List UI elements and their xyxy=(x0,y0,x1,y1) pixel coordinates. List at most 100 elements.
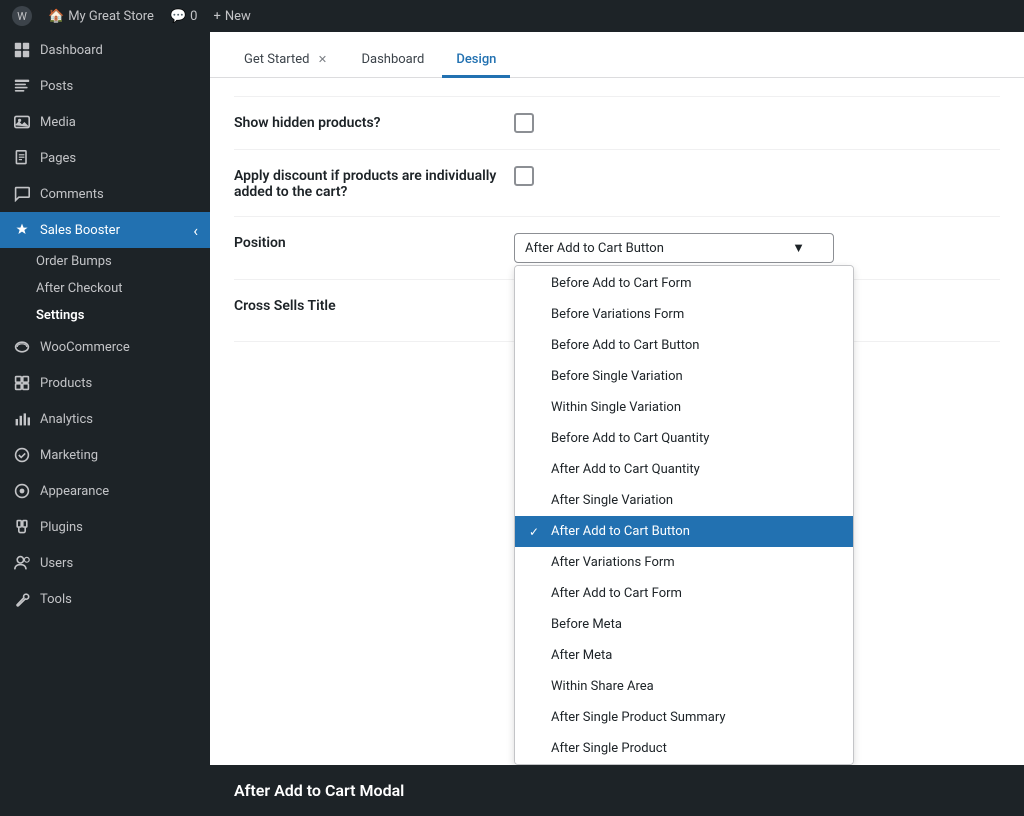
users-icon xyxy=(12,553,32,573)
plugins-icon xyxy=(12,517,32,537)
dropdown-item[interactable]: Before Single Variation xyxy=(515,361,853,392)
sidebar-item-pages[interactable]: Pages xyxy=(0,140,210,176)
sidebar-label-plugins: Plugins xyxy=(40,520,83,535)
position-dropdown[interactable]: Position Manually with ShortcodeBefore S… xyxy=(514,265,854,765)
sidebar-label-users: Users xyxy=(40,556,73,571)
sidebar-label-posts: Posts xyxy=(40,79,73,94)
dropdown-item[interactable]: After Variations Form xyxy=(515,547,853,578)
dashboard-icon xyxy=(12,40,32,60)
marketing-icon xyxy=(12,445,32,465)
comments-count[interactable]: 💬 0 xyxy=(170,9,198,24)
dropdown-item[interactable]: After Meta xyxy=(515,640,853,671)
dropdown-item-label: Before Meta xyxy=(551,617,622,632)
dropdown-item[interactable]: Within Share Area xyxy=(515,671,853,702)
sidebar-item-woocommerce[interactable]: WooCommerce xyxy=(0,329,210,365)
dropdown-item-label: Within Share Area xyxy=(551,679,654,694)
sidebar-label-tools: Tools xyxy=(40,592,72,607)
tab-design[interactable]: Design xyxy=(442,44,510,78)
sidebar-item-settings[interactable]: Settings xyxy=(0,302,210,329)
sidebar-item-order-bumps[interactable]: Order Bumps xyxy=(0,248,210,275)
checkbox-apply-discount[interactable] xyxy=(514,166,534,186)
dropdown-item-label: Before Add to Cart Quantity xyxy=(551,431,709,446)
position-select-button[interactable]: After Add to Cart Button ▼ xyxy=(514,233,834,263)
dropdown-item-label: After Add to Cart Button xyxy=(551,524,690,539)
dropdown-item-label: After Single Product xyxy=(551,741,667,756)
tab-label-dashboard: Dashboard xyxy=(361,52,424,67)
tabs-bar: Get Started ✕ Dashboard Design xyxy=(210,32,1024,78)
dropdown-item[interactable]: Before Meta xyxy=(515,609,853,640)
dropdown-item[interactable]: After Single Product xyxy=(515,733,853,764)
sidebar-label-marketing: Marketing xyxy=(40,448,98,463)
position-select-value: After Add to Cart Button xyxy=(525,241,664,256)
dropdown-item-label: After Single Product Summary xyxy=(551,710,726,725)
tab-label-get-started: Get Started xyxy=(244,52,309,67)
dropdown-item-label: After Add to Cart Quantity xyxy=(551,462,700,477)
sidebar: Dashboard Posts Media Pages Comments xyxy=(0,32,210,816)
dropdown-item[interactable]: Before Add to Cart Form xyxy=(515,268,853,299)
modal-bar: After Add to Cart Modal xyxy=(210,765,1024,816)
sidebar-item-comments[interactable]: Comments xyxy=(0,176,210,212)
analytics-icon xyxy=(12,409,32,429)
dropdown-item-label: Before Single Variation xyxy=(551,369,683,384)
sidebar-item-sales-booster[interactable]: Sales Booster ‹ xyxy=(0,212,210,248)
dropdown-item[interactable]: After Add to Cart Quantity xyxy=(515,454,853,485)
media-icon xyxy=(12,112,32,132)
sidebar-item-plugins[interactable]: Plugins xyxy=(0,509,210,545)
sidebar-item-products[interactable]: Products xyxy=(0,365,210,401)
main-layout: Dashboard Posts Media Pages Comments xyxy=(0,32,1024,816)
dropdown-item-label: After Add to Cart Form xyxy=(551,586,682,601)
sidebar-label-sales-booster: Sales Booster xyxy=(40,223,120,238)
control-position: After Add to Cart Button ▼ Position Manu… xyxy=(514,233,1000,263)
sidebar-item-users[interactable]: Users xyxy=(0,545,210,581)
tab-label-design: Design xyxy=(456,52,496,67)
dropdown-item[interactable]: After Single Variation xyxy=(515,485,853,516)
tools-icon xyxy=(12,589,32,609)
site-name[interactable]: 🏠 My Great Store xyxy=(48,9,154,24)
sidebar-item-tools[interactable]: Tools xyxy=(0,581,210,617)
dropdown-item-label: After Variations Form xyxy=(551,555,675,570)
sidebar-label-media: Media xyxy=(40,115,76,130)
dropdown-item[interactable]: Before Variations Form xyxy=(515,299,853,330)
appearance-icon xyxy=(12,481,32,501)
dropdown-check-icon: ✓ xyxy=(529,525,543,539)
dropdown-item[interactable]: ✓ After Add to Cart Button xyxy=(515,516,853,547)
position-select-wrapper: After Add to Cart Button ▼ Position Manu… xyxy=(514,233,834,263)
dropdown-item-label: Within Single Variation xyxy=(551,400,681,415)
checkbox-show-hidden[interactable] xyxy=(514,113,534,133)
dropdown-item[interactable]: After Add to Cart Form xyxy=(515,578,853,609)
form-row-enable-ajax: Enable AJAX for "Add Selected to Cart" b… xyxy=(234,78,1000,97)
content-area: Get Started ✕ Dashboard Design Hide Prod… xyxy=(210,32,1024,816)
admin-bar: W 🏠 My Great Store 💬 0 + New xyxy=(0,0,1024,32)
wp-logo-icon[interactable]: W xyxy=(12,6,32,26)
dropdown-item-label: After Meta xyxy=(551,648,612,663)
label-position: Position xyxy=(234,233,514,251)
sidebar-item-posts[interactable]: Posts xyxy=(0,68,210,104)
dropdown-item-label: Before Variations Form xyxy=(551,307,684,322)
form-content: Hide Product if Already in Cart? Enable … xyxy=(210,78,1024,765)
dropdown-item[interactable]: Before Add to Cart Quantity xyxy=(515,423,853,454)
sidebar-item-after-checkout[interactable]: After Checkout xyxy=(0,275,210,302)
form-row-apply-discount: Apply discount if products are individua… xyxy=(234,150,1000,217)
chevron-down-icon: ▼ xyxy=(792,240,805,256)
new-item[interactable]: + New xyxy=(213,9,250,24)
tab-close-get-started[interactable]: ✕ xyxy=(315,53,329,67)
pages-icon xyxy=(12,148,32,168)
dropdown-item[interactable]: Within Single Variation xyxy=(515,392,853,423)
sidebar-item-dashboard[interactable]: Dashboard xyxy=(0,32,210,68)
sidebar-label-pages: Pages xyxy=(40,151,76,166)
form-row-show-hidden: Show hidden products? xyxy=(234,97,1000,150)
tab-dashboard[interactable]: Dashboard xyxy=(347,44,438,78)
control-apply-discount xyxy=(514,166,1000,186)
sidebar-item-marketing[interactable]: Marketing xyxy=(0,437,210,473)
posts-icon xyxy=(12,76,32,96)
dropdown-item[interactable]: Before Add to Cart Button xyxy=(515,330,853,361)
dropdown-item-label: Before Add to Cart Button xyxy=(551,338,699,353)
sidebar-item-appearance[interactable]: Appearance xyxy=(0,473,210,509)
tab-get-started[interactable]: Get Started ✕ xyxy=(230,44,343,78)
dropdown-item[interactable]: After Single Product Summary xyxy=(515,702,853,733)
sidebar-item-media[interactable]: Media xyxy=(0,104,210,140)
sidebar-item-analytics[interactable]: Analytics xyxy=(0,401,210,437)
label-cross-sells: Cross Sells Title xyxy=(234,296,514,314)
label-show-hidden: Show hidden products? xyxy=(234,113,514,131)
sidebar-label-woocommerce: WooCommerce xyxy=(40,340,130,355)
